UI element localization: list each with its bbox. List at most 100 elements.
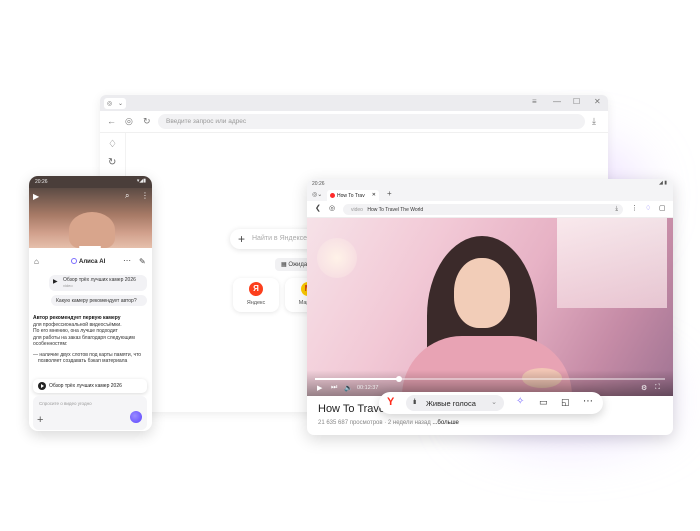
- tab-title: How To Trav: [337, 193, 365, 199]
- new-tab-icon[interactable]: +: [387, 189, 392, 198]
- video-person: [69, 212, 115, 248]
- calendar-icon: ▦: [281, 262, 287, 268]
- play-icon[interactable]: ▶: [33, 192, 39, 201]
- protect-icon[interactable]: ◎: [329, 204, 335, 212]
- alice-orb-icon[interactable]: [130, 411, 142, 423]
- phone-time: 20:26: [35, 179, 48, 185]
- alice-icon[interactable]: ♢: [645, 204, 651, 212]
- yandex-tab-icon[interactable]: ◎⌄: [312, 191, 322, 198]
- close-tab-icon[interactable]: ✕: [372, 192, 376, 198]
- chevron-down-icon[interactable]: ⌄: [118, 100, 123, 107]
- signal-battery-icon: ▾◢▮: [136, 178, 146, 184]
- desktop-tab-bar: ◎ ⌄ ≡ — ☐ ✕: [100, 95, 608, 111]
- alice-chat-sheet: ⌂ Алиса AI ⋯ ✎ ▶ Обзор трёх лучших камер…: [29, 251, 152, 431]
- subtitles-icon[interactable]: ▭: [539, 397, 548, 408]
- more-horizontal-icon[interactable]: ⋯: [583, 396, 593, 407]
- answer-bold: Автор рекомендует первую камеру: [33, 315, 121, 321]
- video-card-title: Обзор трёх лучших камер 2026: [49, 383, 122, 389]
- picture-in-picture-icon[interactable]: ◱: [561, 397, 570, 408]
- protect-icon[interactable]: ◎: [125, 116, 133, 127]
- minimize-icon[interactable]: —: [553, 97, 561, 106]
- alice-answer: Автор рекомендует первую камеру для проф…: [33, 315, 149, 365]
- video-window-background: [557, 218, 667, 308]
- answer-bullet: позволяет создавать бэкап материала: [38, 358, 128, 364]
- yandex-logo-icon[interactable]: Y: [387, 396, 394, 408]
- plus-icon[interactable]: +: [238, 232, 245, 246]
- reload-icon[interactable]: ↻: [143, 116, 151, 127]
- search-icon[interactable]: ⌕: [125, 191, 129, 201]
- video-person-face: [454, 258, 510, 328]
- video-title: How To Trave: [318, 403, 386, 415]
- chat-input[interactable]: Спросите о видео угодно +: [33, 396, 147, 430]
- video-meta-text: 21 635 687 просмотров · 2 недели назад: [318, 420, 431, 426]
- video-card[interactable]: Обзор трёх лучших камер 2026: [33, 379, 147, 393]
- phone-video-preview[interactable]: ▶ ⌕ ⋮: [29, 188, 152, 248]
- bag-icon[interactable]: ⌂: [34, 257, 39, 266]
- chat-input-placeholder: Спросите о видео угодно: [39, 401, 92, 406]
- more-vertical-icon[interactable]: ⋮: [141, 191, 149, 200]
- tile-label: Яндекс: [246, 300, 266, 306]
- next-icon[interactable]: ⏭: [331, 384, 337, 392]
- plus-icon[interactable]: +: [37, 414, 43, 426]
- tablet-address-row: ❮ ◎ video How To Travel The World ⤓ ⋮ ♢ …: [307, 201, 673, 218]
- play-circle-icon: ▶: [53, 279, 58, 285]
- voice-label: Живые голоса: [426, 399, 476, 408]
- desktop-address-row: ← ◎ ↻ Введите запрос или адрес ⤓: [100, 111, 608, 133]
- more-link[interactable]: ...больше: [432, 420, 458, 426]
- wifi-battery-icon: ◢ ▮: [659, 180, 667, 186]
- video-player[interactable]: ▶ ⏭ 🔈 00:12:37 ⚙ ⛶: [307, 218, 673, 396]
- history-icon[interactable]: ↻: [108, 157, 116, 168]
- back-arrow-icon[interactable]: ←: [107, 116, 116, 126]
- tabs-count-icon[interactable]: ▢: [659, 204, 666, 212]
- video-request-text: Обзор трёх лучших камер 2026: [63, 277, 136, 283]
- fullscreen-icon[interactable]: ⛶: [655, 384, 660, 392]
- play-circle-icon: [38, 382, 46, 390]
- video-progress-fill: [315, 378, 399, 380]
- video-favicon-icon: [330, 193, 335, 198]
- question-text: Какую камеру рекомендует автор?: [56, 298, 137, 304]
- settings-icon[interactable]: ⚙: [641, 384, 647, 392]
- chat-header: ⌂ Алиса AI ⋯ ✎: [29, 255, 152, 269]
- video-time: 00:12:37: [357, 385, 379, 391]
- user-question-bubble: Какую камеру рекомендует автор?: [51, 295, 147, 306]
- tablet-status-bar: 20:26 ◢ ▮: [307, 179, 673, 189]
- translation-toolbar: Y ılı Живые голоса ⌄ ✧ ▭ ◱ ⋯: [379, 392, 603, 414]
- yandex-tab-icon: ◎: [106, 101, 113, 107]
- video-progress-bar[interactable]: [315, 376, 665, 382]
- tile-yandex[interactable]: Я Яндекс: [233, 278, 279, 312]
- video-meta: 21 635 687 просмотров · 2 недели назад .…: [318, 420, 459, 426]
- new-chat-icon[interactable]: ✎: [139, 257, 146, 266]
- maximize-icon[interactable]: ☐: [573, 97, 580, 106]
- play-icon[interactable]: ▶: [317, 384, 322, 392]
- address-host: video: [351, 207, 363, 213]
- address-bar[interactable]: Введите запрос или адрес: [158, 114, 585, 129]
- back-arrow-icon[interactable]: ❮: [315, 204, 321, 212]
- answer-line: особенностям:: [33, 341, 68, 347]
- chevron-down-icon: ⌄: [491, 399, 497, 406]
- chat-title: Алиса AI: [71, 258, 105, 265]
- video-tab[interactable]: How To Trav ✕: [327, 190, 379, 201]
- more-vertical-icon[interactable]: ⋮: [631, 204, 638, 212]
- yandex-logo-icon: Я: [249, 282, 263, 296]
- tablet-tab-bar: ◎⌄ How To Trav ✕ +: [307, 189, 673, 201]
- desktop-tab[interactable]: ◎ ⌄: [104, 98, 126, 109]
- more-horizontal-icon[interactable]: ⋯: [123, 256, 131, 265]
- menu-icon[interactable]: ≡: [532, 97, 537, 106]
- user-video-bubble[interactable]: ▶ Обзор трёх лучших камер 2026 video: [49, 275, 147, 291]
- voice-wave-icon: ılı: [413, 399, 417, 406]
- alice-icon[interactable]: ♢: [108, 139, 117, 150]
- phone-window: 20:26 ▾◢▮ ▶ ⌕ ⋮ ⌂ Алиса AI ⋯ ✎ ▶ Обзор т…: [29, 176, 152, 431]
- address-bar[interactable]: video How To Travel The World ⤓: [343, 204, 623, 215]
- chat-title-text: Алиса AI: [79, 259, 106, 265]
- close-icon[interactable]: ✕: [594, 97, 601, 106]
- tablet-time: 20:26: [312, 181, 325, 187]
- volume-icon[interactable]: 🔈: [344, 384, 353, 392]
- voice-select[interactable]: ılı Живые голоса ⌄: [406, 395, 504, 411]
- download-icon[interactable]: ⤓: [615, 206, 618, 213]
- download-icon[interactable]: ⤓: [592, 116, 596, 127]
- video-lamp-glow: [317, 238, 357, 278]
- video-progress-knob[interactable]: [396, 376, 402, 382]
- alice-ring-icon: [71, 258, 77, 264]
- ai-sparkle-icon[interactable]: ✧: [516, 396, 524, 407]
- sheet-handle[interactable]: [79, 246, 101, 248]
